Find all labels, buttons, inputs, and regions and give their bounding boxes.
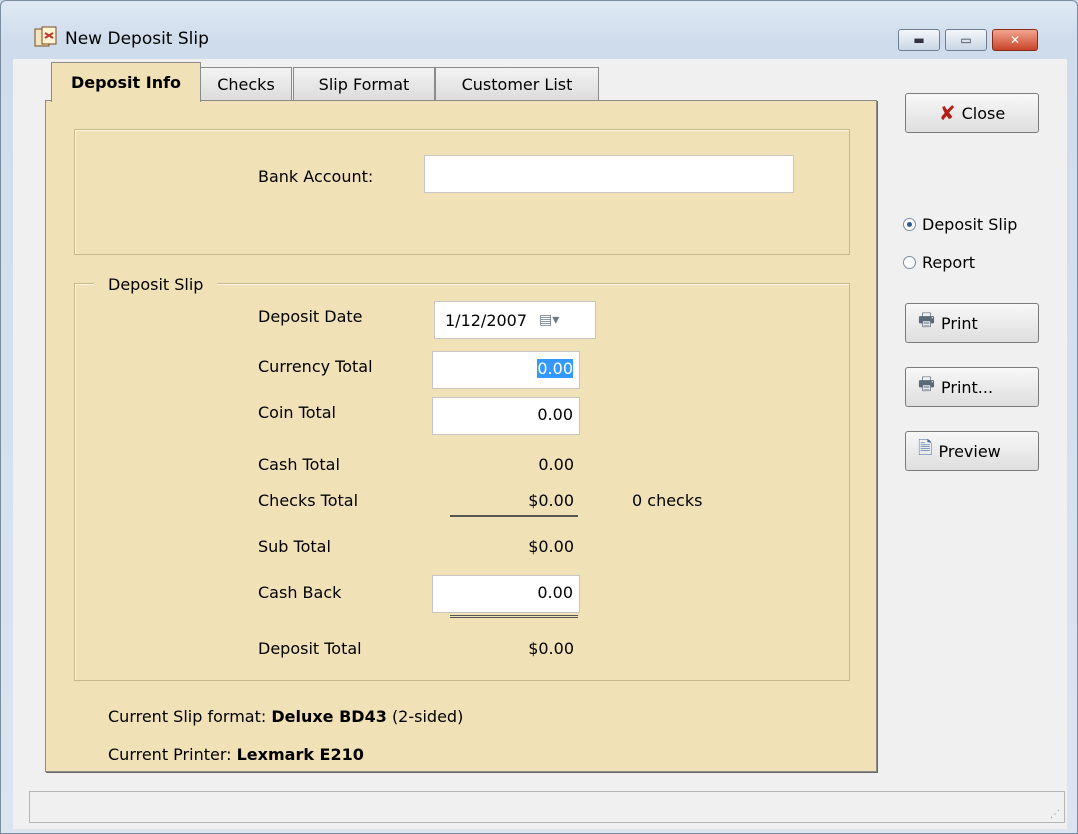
- print-button[interactable]: 🖶 Print: [905, 303, 1039, 343]
- sub-total-label: Sub Total: [258, 537, 331, 556]
- radio-report[interactable]: Report: [903, 253, 975, 272]
- deposit-slip-group-label: Deposit Slip: [94, 275, 218, 294]
- minimize-icon: ▬: [913, 33, 925, 47]
- bank-account-label: Bank Account:: [258, 167, 374, 186]
- radio-report-label: Report: [922, 253, 976, 272]
- preview-button[interactable]: 🗎 Preview: [905, 431, 1039, 471]
- close-button-label: Close: [961, 103, 1006, 123]
- status-bar: ⋰: [29, 791, 1065, 823]
- radio-deposit-slip[interactable]: Deposit Slip: [903, 215, 1017, 234]
- slip-format-prefix: Current Slip format:: [108, 707, 267, 726]
- print-dialog-button-label: Print...: [941, 377, 994, 397]
- resize-grip-icon[interactable]: ⋰: [1050, 809, 1060, 820]
- deposit-date-label: Deposit Date: [258, 307, 363, 326]
- slip-format-name: Deluxe BD43: [271, 707, 387, 726]
- deposit-total-double-rule: [450, 615, 578, 618]
- cash-back-value: 0.00: [537, 583, 573, 602]
- printer-prefix: Current Printer:: [108, 745, 232, 764]
- print-button-label: Print: [941, 313, 978, 333]
- radio-deposit-slip-label: Deposit Slip: [922, 215, 1018, 234]
- tab-deposit-info[interactable]: Deposit Info: [51, 62, 201, 102]
- current-slip-format: Current Slip format: Deluxe BD43 (2-side…: [108, 707, 463, 726]
- currency-total-value: 0.00: [537, 359, 573, 378]
- maximize-icon: ▭: [960, 33, 972, 47]
- close-button[interactable]: ✘ Close: [905, 93, 1039, 133]
- deposit-total-value: $0.00: [528, 639, 574, 658]
- coin-total-field[interactable]: 0.00: [432, 397, 580, 435]
- tab-slip-format[interactable]: Slip Format: [293, 67, 435, 100]
- maximize-button[interactable]: ▭: [945, 29, 987, 51]
- deposit-slip-app-icon: [34, 26, 57, 47]
- tab-label: Customer List: [461, 74, 573, 94]
- coin-total-label: Coin Total: [258, 403, 336, 422]
- tab-customer-list[interactable]: Customer List: [435, 67, 599, 100]
- tab-label: Deposit Info: [70, 73, 182, 92]
- tab-label: Checks: [217, 74, 275, 94]
- tab-checks[interactable]: Checks: [200, 67, 292, 100]
- cash-total-value: 0.00: [538, 455, 574, 474]
- tab-label: Slip Format: [318, 74, 410, 94]
- bank-account-field[interactable]: [424, 155, 794, 193]
- deposit-date-picker[interactable]: 1/12/2007 ▤▾: [434, 301, 596, 339]
- cash-total-label: Cash Total: [258, 455, 340, 474]
- sub-total-value: $0.00: [528, 537, 574, 556]
- checks-total-value: $0.00: [528, 491, 574, 510]
- radio-unselected-icon: [903, 256, 916, 269]
- coin-total-value: 0.00: [537, 405, 573, 424]
- currency-total-label: Currency Total: [258, 357, 373, 376]
- cash-back-field[interactable]: 0.00: [432, 575, 580, 613]
- checks-total-label: Checks Total: [258, 491, 359, 510]
- red-x-icon: ✘: [938, 101, 956, 125]
- preview-icon: 🗎: [918, 438, 933, 459]
- printer-name: Lexmark E210: [236, 745, 364, 764]
- currency-total-field[interactable]: 0.00: [432, 351, 580, 389]
- minimize-button[interactable]: ▬: [898, 29, 940, 51]
- deposit-date-value: 1/12/2007: [445, 310, 528, 330]
- current-printer: Current Printer: Lexmark E210: [108, 745, 364, 764]
- print-dialog-button[interactable]: 🖶 Print...: [905, 367, 1039, 407]
- printer-icon: 🖶: [918, 310, 935, 331]
- deposit-info-panel: Bank Account: Deposit Slip Deposit Date …: [45, 100, 877, 772]
- slip-format-suffix: (2-sided): [391, 707, 464, 726]
- deposit-total-label: Deposit Total: [258, 639, 362, 658]
- deposit-slip-window: New Deposit Slip ▬ ▭ ✕ Deposit Info Chec…: [0, 0, 1078, 834]
- checks-total-rule: [450, 515, 578, 517]
- title-bar: New Deposit Slip ▬ ▭ ✕: [1, 1, 1077, 51]
- radio-selected-icon: [903, 218, 916, 231]
- window-title: New Deposit Slip: [65, 29, 209, 49]
- calendar-dropdown-icon[interactable]: ▤▾: [539, 312, 559, 328]
- close-window-button[interactable]: ✕: [992, 29, 1038, 51]
- deposit-slip-group: [74, 283, 850, 681]
- checks-count: 0 checks: [632, 491, 703, 510]
- close-icon: ✕: [1009, 33, 1021, 47]
- preview-button-label: Preview: [938, 441, 1001, 461]
- cash-back-label: Cash Back: [258, 583, 342, 602]
- printer-icon: 🖶: [918, 374, 935, 395]
